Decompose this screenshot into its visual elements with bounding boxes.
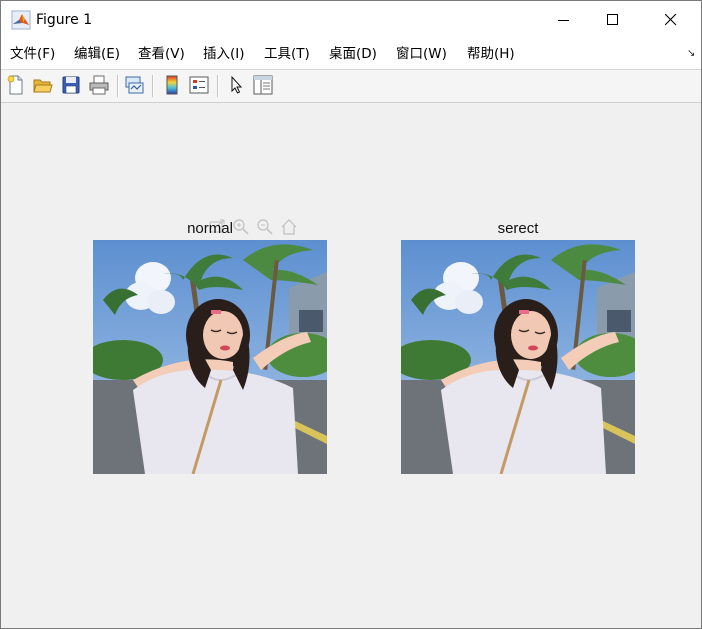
figure-window: Figure 1 文件(F) 编辑(E) 查看(V) 插入(I) 工具(T) 桌… <box>0 0 702 629</box>
link-plot-icon[interactable] <box>123 74 145 96</box>
menu-window[interactable]: 窗口(W) <box>396 46 447 63</box>
minimize-icon <box>558 20 569 21</box>
print-icon[interactable] <box>88 74 110 96</box>
close-icon <box>665 14 677 26</box>
save-icon[interactable] <box>60 74 82 96</box>
pointer-icon[interactable] <box>226 74 248 96</box>
menu-help[interactable]: 帮助(H) <box>467 46 515 63</box>
title-bar[interactable]: Figure 1 <box>1 1 701 39</box>
toolbar-separator <box>117 75 119 97</box>
figure-toolbar <box>1 70 701 103</box>
menu-desktop[interactable]: 桌面(D) <box>329 46 377 63</box>
legend-icon[interactable] <box>188 74 210 96</box>
window-title: Figure 1 <box>36 12 93 28</box>
close-button[interactable] <box>648 1 694 39</box>
subplot-title-left: normal <box>187 220 233 237</box>
colorbar-icon[interactable] <box>161 74 183 96</box>
menu-bar: 文件(F) 编辑(E) 查看(V) 插入(I) 工具(T) 桌面(D) 窗口(W… <box>1 39 701 70</box>
property-inspector-icon[interactable] <box>252 74 274 96</box>
menu-insert[interactable]: 插入(I) <box>203 46 245 63</box>
matlab-icon <box>11 10 31 30</box>
subplot-image-left <box>93 240 327 474</box>
menu-file[interactable]: 文件(F) <box>10 46 55 63</box>
minimize-button[interactable] <box>541 1 587 39</box>
toolbar-separator <box>152 75 154 97</box>
subplot-title-right: serect <box>497 220 539 237</box>
open-file-icon[interactable] <box>32 74 54 96</box>
subplot-image-right <box>401 240 635 474</box>
new-figure-icon[interactable] <box>5 74 27 96</box>
menu-edit[interactable]: 编辑(E) <box>74 46 120 63</box>
maximize-icon <box>607 14 618 25</box>
menu-view[interactable]: 查看(V) <box>138 46 185 63</box>
dock-arrow-icon[interactable]: ↘ <box>687 48 695 59</box>
menu-tools[interactable]: 工具(T) <box>264 46 310 63</box>
toolbar-separator <box>217 75 219 97</box>
maximize-button[interactable] <box>590 1 636 39</box>
figure-canvas[interactable]: normal serect <box>1 103 701 628</box>
